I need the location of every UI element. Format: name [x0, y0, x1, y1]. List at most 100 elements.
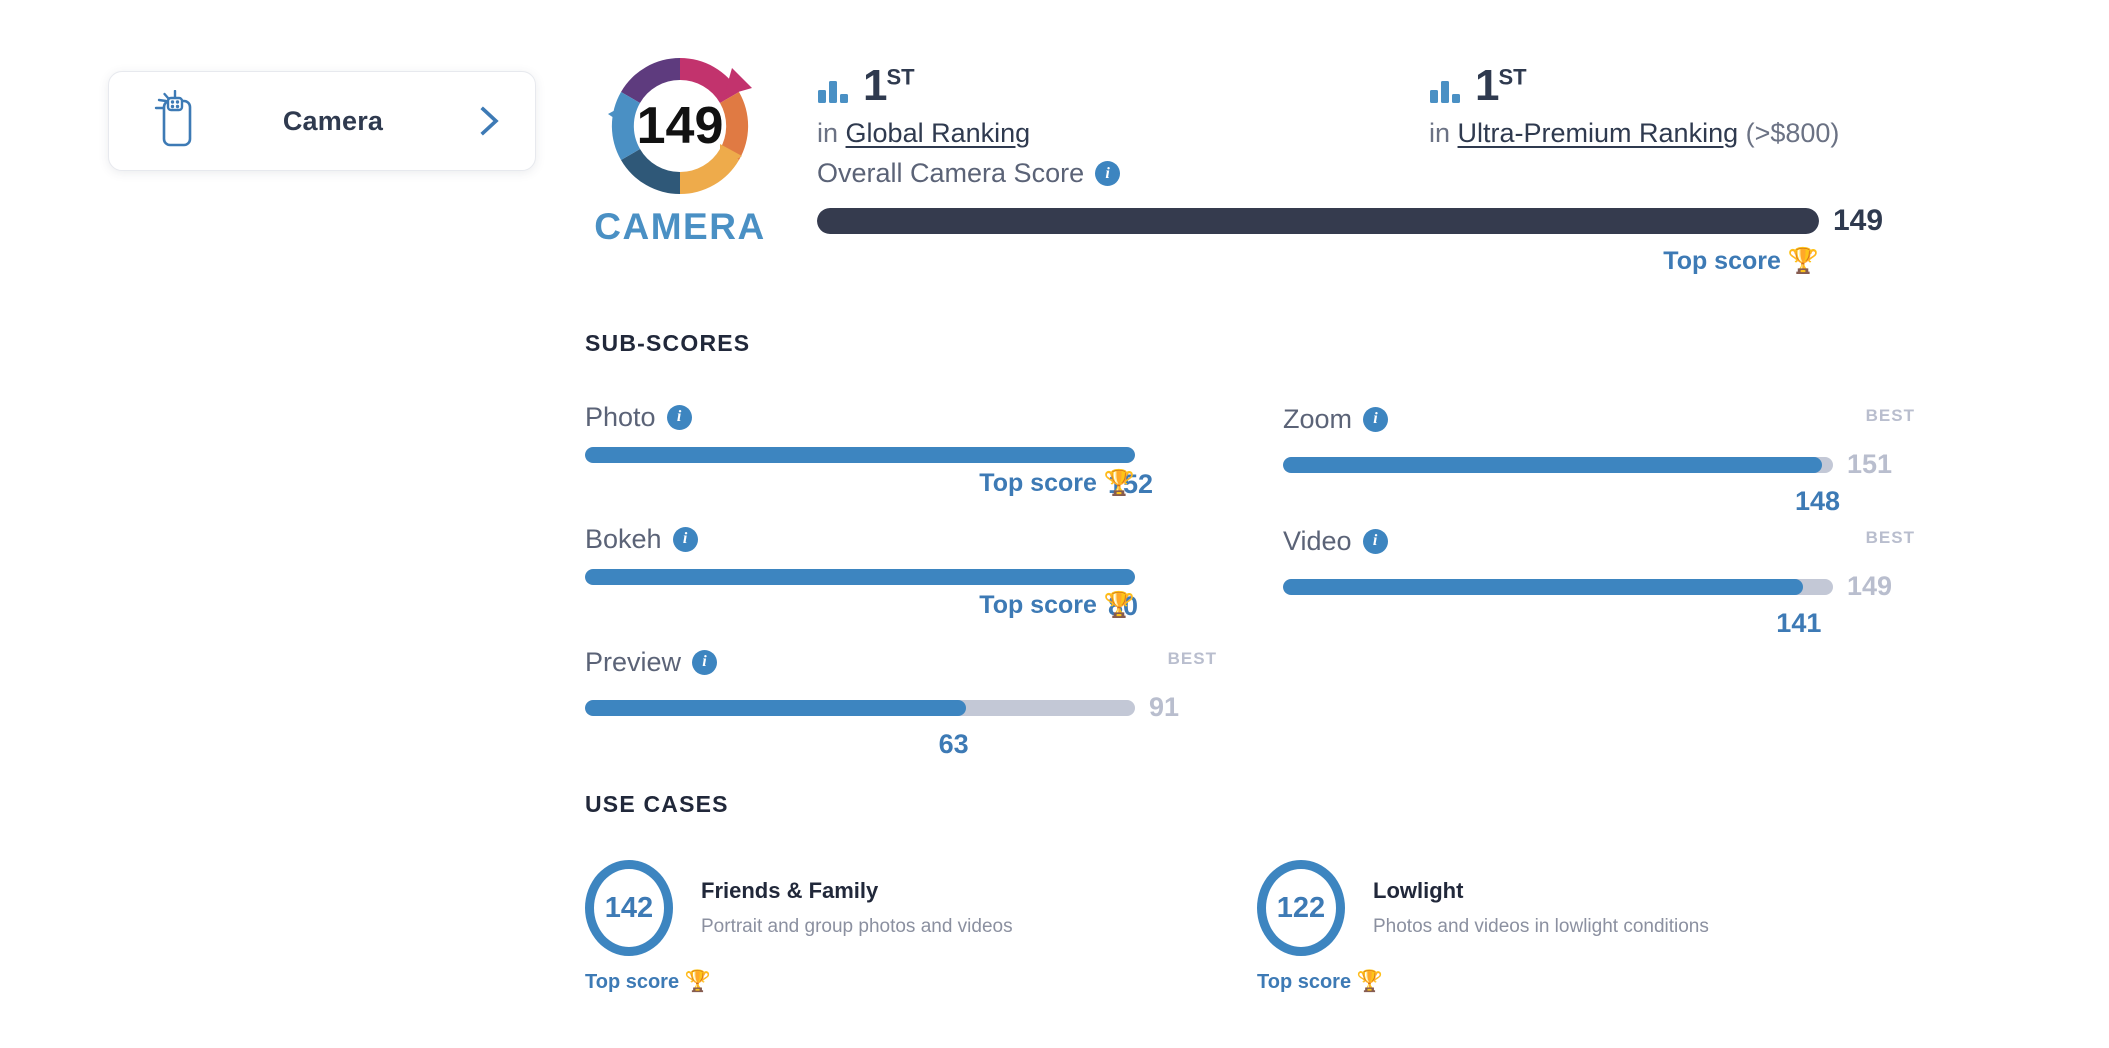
overall-score-value: 149 [1833, 204, 1884, 237]
usecase-lowlight[interactable]: 122 Lowlight Photos and videos in lowlig… [1257, 860, 1897, 994]
subscore-preview: Preview i BEST 91 63 [585, 645, 1217, 763]
subscore-under-row: 80 Top score 🏆 [585, 591, 1138, 625]
camera-score-panel: 149 CAMERA 1ST in Global Ranking 1ST in … [585, 0, 2109, 1048]
device-card-camera[interactable]: Camera [108, 71, 536, 171]
rank-number: 1ST [1475, 64, 1527, 108]
ranking-caption: in Ultra-Premium Ranking (>$800) [1429, 118, 2041, 149]
overall-top-score-badge: Top score 🏆 [1663, 247, 1819, 275]
subscore-label-row: Preview i BEST [585, 645, 1217, 679]
usecase-top-score-badge: Top score 🏆 [585, 970, 1225, 994]
best-label: BEST [1865, 528, 1915, 547]
subscore-top-score-label: Top score [979, 591, 1097, 619]
bar-chart-icon [818, 81, 848, 103]
usecase-score-ring: 122 [1257, 860, 1345, 956]
info-icon[interactable]: i [1095, 161, 1121, 186]
info-icon[interactable]: i [1362, 528, 1388, 554]
device-card-label: Camera [282, 105, 384, 136]
rank-suffix: ST [886, 64, 915, 90]
subscore-value: 63 [938, 729, 969, 759]
subscore-photo: Photo i 152 Top score 🏆 [585, 400, 1217, 503]
subscore-fill [585, 569, 1135, 585]
subscore-bar-row [585, 569, 1217, 585]
usecases-section-title: USE CASES [585, 791, 729, 817]
subscore-name: Photo [585, 401, 656, 432]
subscore-bar-row [585, 447, 1217, 463]
subscore-label-row: Photo i [585, 400, 1217, 434]
subscore-top-score-badge: Top score 🏆 [979, 591, 1135, 620]
subscore-fill [1283, 578, 1804, 595]
ranking-caption: in Global Ranking [817, 118, 1429, 149]
subscore-under-row: 152 Top score 🏆 [585, 469, 1153, 503]
usecase-score: 142 [604, 891, 654, 924]
trophy-icon: 🏆 [1356, 970, 1383, 993]
chevron-right-icon[interactable] [477, 104, 503, 138]
subscore-label-row: Zoom i BEST [1283, 402, 1915, 436]
usecase-text: Lowlight Photos and videos in lowlight c… [1373, 878, 1709, 938]
dxomark-ring-logo: 149 [608, 57, 752, 195]
ranking-suffix: (>$800) [1738, 118, 1840, 148]
info-icon[interactable]: i [666, 404, 692, 430]
best-label: BEST [1167, 649, 1217, 668]
subscore-track [585, 699, 1135, 716]
subscore-name: Zoom [1283, 403, 1353, 434]
overall-score-label: Overall Camera Score [817, 158, 1085, 188]
badge-score: 149 [637, 97, 724, 155]
ranking-global: 1ST in Global Ranking [817, 54, 1429, 149]
subscore-track [585, 569, 1135, 585]
subscore-best-value: 149 [1847, 571, 1893, 601]
subscore-bar-row: 151 [1283, 449, 1915, 480]
overall-score-fill [817, 208, 1819, 234]
subscore-name: Preview [585, 646, 682, 677]
subscore-label-row: Bokeh i [585, 522, 1217, 556]
rank-number: 1ST [863, 64, 915, 108]
subscore-under-row: 63 [585, 729, 1135, 763]
subscore-name: Video [1283, 525, 1352, 556]
usecase-title: Lowlight [1373, 878, 1464, 903]
trophy-icon: 🏆 [1787, 247, 1819, 275]
subscore-zoom: Zoom i BEST 151 148 [1283, 402, 1915, 520]
subscores-section-title: SUB-SCORES [585, 330, 751, 356]
device-selector-column: Camera [0, 0, 585, 1048]
global-ranking-link[interactable]: Global Ranking [846, 118, 1031, 148]
subscore-fill [1283, 456, 1822, 473]
usecase-score: 122 [1276, 891, 1326, 924]
info-icon[interactable]: i [1363, 406, 1389, 432]
subscore-video: Video i BEST 149 141 [1283, 524, 1915, 642]
subscore-value: 141 [1776, 608, 1822, 638]
rank-value: 1 [863, 61, 888, 110]
usecase-top-score-label: Top score [1257, 971, 1352, 993]
info-icon[interactable]: i [672, 526, 698, 552]
overall-score-track [817, 208, 1819, 234]
subscore-bar-row: 91 [585, 692, 1217, 723]
trophy-icon: 🏆 [1103, 469, 1135, 497]
usecase-title: Friends & Family [701, 878, 879, 903]
subscore-track [1283, 456, 1833, 473]
usecase-main: 122 Lowlight Photos and videos in lowlig… [1257, 860, 1897, 956]
subscore-track [585, 447, 1135, 463]
subscore-under-row: 141 [1283, 608, 1833, 642]
subscore-fill [585, 699, 966, 716]
ranking-prefix: in [817, 118, 846, 148]
subscore-name: Bokeh [585, 523, 662, 554]
subscore-best-value: 91 [1149, 692, 1180, 722]
subscore-top-score-badge: Top score 🏆 [979, 469, 1135, 498]
usecase-score-ring: 142 [585, 860, 673, 956]
usecase-top-score-label: Top score [585, 971, 680, 993]
trophy-icon: 🏆 [1103, 591, 1135, 619]
overall-top-score-row: Top score 🏆 [817, 247, 1819, 276]
usecase-friends-family[interactable]: 142 Friends & Family Portrait and group … [585, 860, 1225, 994]
ultra-premium-ranking-link[interactable]: Ultra-Premium Ranking [1458, 118, 1739, 148]
trophy-icon: 🏆 [684, 970, 711, 993]
ranking-ultra-premium: 1ST in Ultra-Premium Ranking (>$800) [1429, 54, 2041, 149]
usecase-main: 142 Friends & Family Portrait and group … [585, 860, 1225, 956]
best-label: BEST [1865, 406, 1915, 425]
subscore-bokeh: Bokeh i 80 Top score 🏆 [585, 522, 1217, 625]
bar-chart-icon [1430, 81, 1460, 103]
subscore-label-row: Video i BEST [1283, 524, 1915, 558]
info-icon[interactable]: i [692, 649, 718, 675]
subscore-bar-row: 149 [1283, 571, 1915, 602]
subscore-track [1283, 578, 1833, 595]
overall-top-score-label: Top score [1663, 247, 1781, 275]
rank-suffix: ST [1498, 64, 1527, 90]
badge-label: CAMERA [594, 206, 766, 247]
